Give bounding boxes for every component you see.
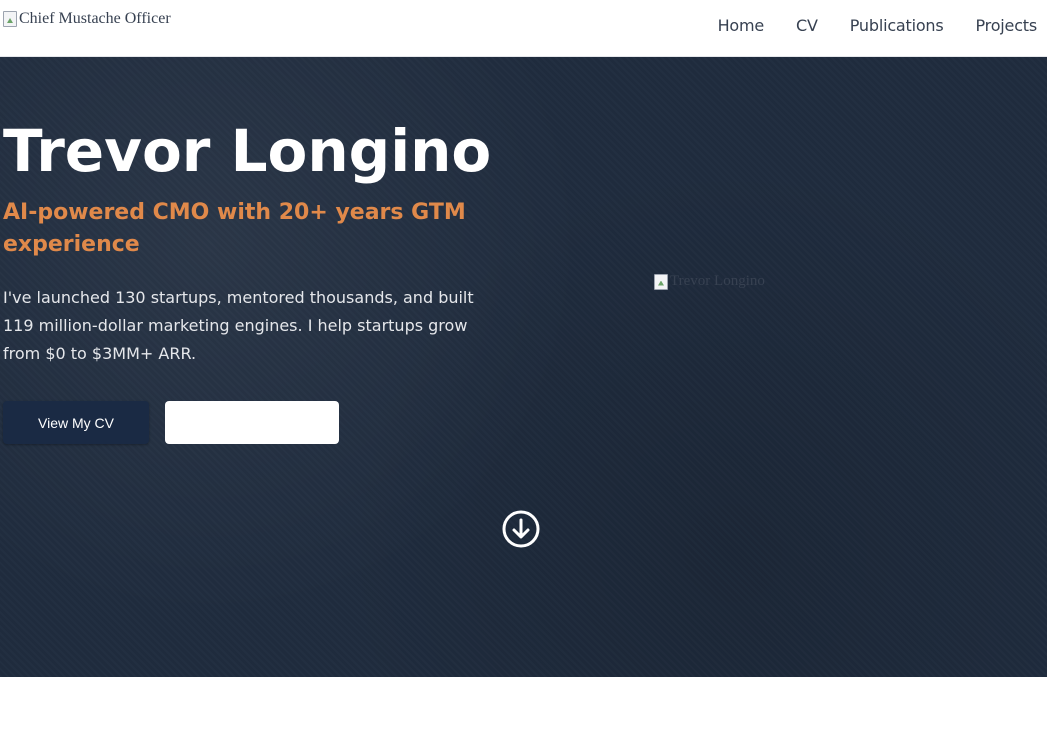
arrow-down-circle-icon xyxy=(502,510,540,548)
view-cv-button[interactable]: View My CV xyxy=(3,401,149,444)
nav-links: Home CV Publications Projects xyxy=(718,16,1038,35)
portrait-alt-text: Trevor Longino xyxy=(670,273,765,289)
nav-link-publications[interactable]: Publications xyxy=(850,16,944,35)
broken-image-icon xyxy=(3,11,17,27)
logo-alt-text: Chief Mustache Officer xyxy=(19,10,171,27)
see-projects-button[interactable]: See My Projects xyxy=(165,401,339,444)
scroll-down-button[interactable] xyxy=(501,509,541,549)
site-logo[interactable]: Chief Mustache Officer xyxy=(3,10,171,28)
nav-link-projects[interactable]: Projects xyxy=(976,16,1038,35)
hero-subtitle: AI-powered CMO with 20+ years GTM experi… xyxy=(3,200,466,257)
portrait-image: Trevor Longino xyxy=(654,273,765,290)
nav-link-cv[interactable]: CV xyxy=(796,16,818,35)
nav-link-home[interactable]: Home xyxy=(718,16,765,35)
navbar: Chief Mustache Officer Home CV Publicati… xyxy=(0,0,1047,57)
hero-description: I've launched 130 startups, mentored tho… xyxy=(3,288,474,363)
broken-image-icon xyxy=(654,273,668,290)
hero-section: Trevor Longino AI-powered CMO with 20+ y… xyxy=(0,57,1047,677)
hero-title: Trevor Longino xyxy=(3,117,492,185)
